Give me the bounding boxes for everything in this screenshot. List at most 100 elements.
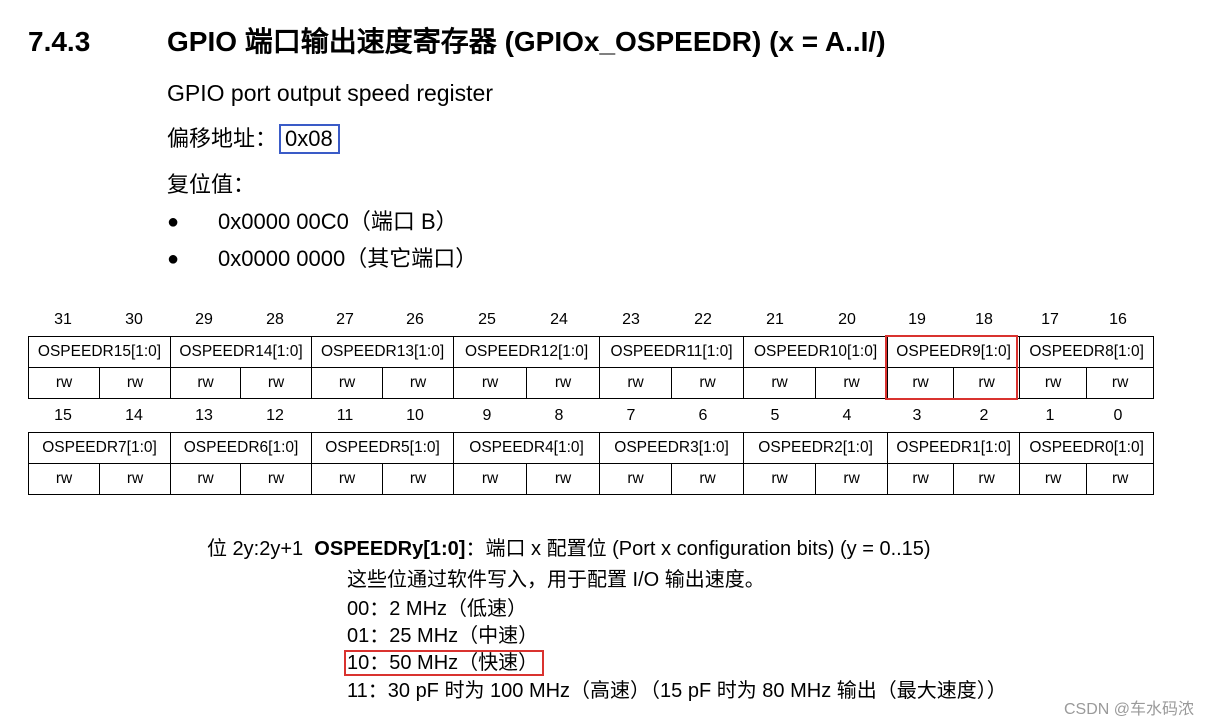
bit-number: 23	[622, 311, 640, 328]
bit-number: 21	[766, 311, 784, 328]
field-name: OSPEEDRy[1:0]	[314, 538, 466, 560]
access-cell: rw	[1019, 367, 1088, 399]
access-cell: rw	[887, 463, 955, 495]
access-cell: rw	[743, 463, 817, 495]
reset-value-other-ports: 0x0000 0000（其它端口）	[218, 246, 478, 271]
access-cell: rw	[240, 463, 313, 495]
field-cell: OSPEEDR2[1:0]	[743, 432, 889, 464]
access-cell: rw	[311, 367, 384, 399]
field-cell: OSPEEDR4[1:0]	[453, 432, 601, 464]
bit-number: 11	[336, 407, 354, 424]
field-cell: OSPEEDR3[1:0]	[599, 432, 745, 464]
bit-number: 14	[125, 407, 143, 424]
bit-number: 1	[1045, 407, 1055, 424]
field-cell: OSPEEDR14[1:0]	[170, 336, 313, 368]
field-cell: OSPEEDR8[1:0]	[1019, 336, 1155, 368]
access-cell: rw	[526, 463, 601, 495]
speed-option-fast: 10：50 MHz（快速）	[344, 650, 545, 676]
access-cell: rw	[953, 463, 1021, 495]
field-cell: OSPEEDR12[1:0]	[453, 336, 601, 368]
access-cell: rw	[743, 367, 817, 399]
bit-number: 16	[1109, 311, 1127, 328]
access-cell: rw	[599, 367, 673, 399]
access-cell: rw	[453, 367, 528, 399]
field-cell: OSPEEDR6[1:0]	[170, 432, 313, 464]
bit-number: 5	[770, 407, 780, 424]
bit-number: 6	[698, 407, 708, 424]
access-cell: rw	[599, 463, 673, 495]
bit-number: 0	[1113, 407, 1123, 424]
field-cell: OSPEEDR5[1:0]	[311, 432, 455, 464]
register-table-lower: OSPEEDR7[1:0] OSPEEDR6[1:0] OSPEEDR5[1:0…	[27, 432, 1155, 495]
access-cell: rw	[671, 367, 745, 399]
bit-number: 3	[912, 407, 922, 424]
reset-value-label: 复位值：	[167, 172, 256, 197]
access-cell: rw	[240, 367, 313, 399]
bit-number: 2	[979, 407, 989, 424]
field-cell: OSPEEDR7[1:0]	[27, 432, 172, 464]
access-cell: rw	[382, 463, 455, 495]
field-cell: OSPEEDR10[1:0]	[743, 336, 889, 368]
field-cell: OSPEEDR0[1:0]	[1019, 432, 1155, 464]
bit-number: 17	[1041, 311, 1059, 328]
bit-number: 25	[478, 311, 496, 328]
bit-range: 位 2y:2y+1	[207, 538, 304, 560]
bit-number: 20	[838, 311, 856, 328]
bit-number: 9	[482, 407, 492, 424]
offset-value-highlight: 0x08	[279, 124, 340, 154]
bit-description-header: 位 2y:2y+1 OSPEEDRy[1:0]：端口 x 配置位 (Port x…	[207, 536, 931, 562]
field-cell: OSPEEDR13[1:0]	[311, 336, 455, 368]
speed-option-fast-highlight: 10：50 MHz（快速）	[344, 650, 545, 676]
bit-number: 29	[195, 311, 213, 328]
register-subtitle: GPIO port output speed register	[167, 80, 494, 106]
bit-number: 4	[842, 407, 852, 424]
bit-number: 12	[266, 407, 284, 424]
access-cell: rw	[98, 463, 172, 495]
access-cell: rw	[382, 367, 455, 399]
field-summary: ：端口 x 配置位 (Port x configuration bits) (y…	[465, 538, 931, 560]
bit-number: 8	[554, 407, 564, 424]
access-cell: rw	[526, 367, 601, 399]
watermark: CSDN @车水码浓	[1063, 701, 1194, 718]
bit-number: 26	[406, 311, 424, 328]
access-cell: rw	[1019, 463, 1088, 495]
access-cell: rw	[311, 463, 384, 495]
bit-number: 28	[266, 311, 284, 328]
bit-number: 31	[54, 311, 72, 328]
access-cell: rw	[98, 367, 172, 399]
description-intro: 这些位通过软件写入，用于配置 I/O 输出速度。	[347, 569, 765, 591]
field-cell: OSPEEDR1[1:0]	[887, 432, 1021, 464]
bullet-icon: ●	[167, 248, 180, 270]
access-cell: rw	[1086, 367, 1155, 399]
access-cell: rw	[170, 463, 242, 495]
access-cell: rw	[28, 367, 100, 399]
access-cell: rw	[815, 463, 889, 495]
access-cell: rw	[815, 367, 889, 399]
speed-option-low: 00：2 MHz（低速）	[347, 598, 528, 620]
section-number: 7.4.3	[28, 26, 91, 57]
reset-value-port-b: 0x0000 00C0（端口 B）	[218, 209, 458, 234]
bit-number: 18	[975, 311, 993, 328]
access-cell: rw	[170, 367, 242, 399]
access-cell: rw	[671, 463, 745, 495]
bit-number: 7	[626, 407, 636, 424]
bit-number: 10	[406, 407, 424, 424]
access-cell: rw	[1086, 463, 1155, 495]
offset-label: 偏移地址：	[167, 126, 278, 151]
speed-option-high: 11：30 pF 时为 100 MHz（高速）（15 pF 时为 80 MHz …	[347, 680, 1007, 702]
speed-option-medium: 01：25 MHz（中速）	[347, 625, 539, 647]
access-cell: rw	[28, 463, 100, 495]
bit-number: 13	[195, 407, 213, 424]
ospeedr9-highlight	[885, 335, 1018, 400]
field-cell: OSPEEDR15[1:0]	[27, 336, 172, 368]
access-cell: rw	[453, 463, 528, 495]
bit-number: 24	[550, 311, 568, 328]
bit-number: 19	[908, 311, 926, 328]
bit-number: 27	[336, 311, 354, 328]
field-cell: OSPEEDR11[1:0]	[599, 336, 745, 368]
section-title: GPIO 端口输出速度寄存器 (GPIOx_OSPEEDR) (x = A..I…	[167, 26, 886, 57]
bit-number: 15	[54, 407, 72, 424]
bit-number: 22	[694, 311, 712, 328]
bit-number: 30	[125, 311, 143, 328]
offset-address: 偏移地址： 0x08	[167, 124, 340, 154]
